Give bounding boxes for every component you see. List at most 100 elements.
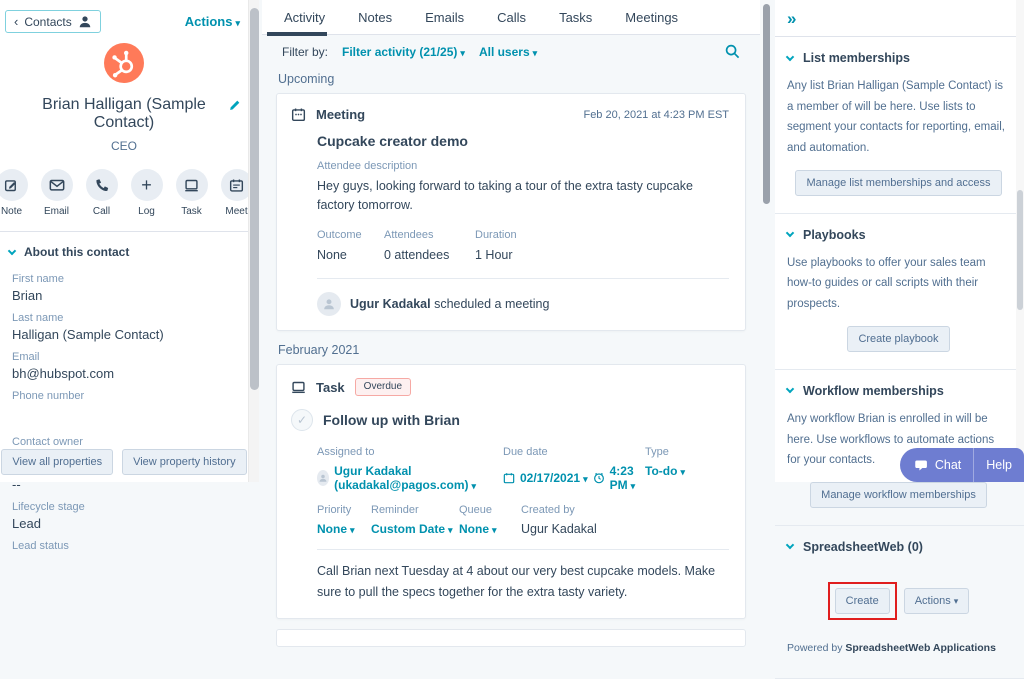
quick-action-email[interactable]: Email — [41, 169, 73, 217]
about-contact-section-toggle[interactable]: About this contact — [0, 232, 248, 259]
tab-activity[interactable]: Activity — [284, 10, 325, 25]
task-queue: Queue None▾ — [459, 504, 511, 536]
caret-down-icon: ▾ — [631, 481, 636, 491]
due-time-dropdown[interactable]: 4:23 PM▾ — [610, 464, 645, 492]
field-phone-number: Phone number — [12, 390, 236, 420]
assigned-to-dropdown[interactable]: Ugur Kadakal (ukadakal@pagos.com)▾ — [334, 464, 503, 492]
section-title: SpreadsheetWeb (0) — [803, 540, 923, 554]
quick-action-label: Call — [86, 206, 118, 217]
manage-list-memberships-button[interactable]: Manage list memberships and access — [795, 170, 1001, 196]
next-card-partial — [276, 629, 746, 647]
about-header-label: About this contact — [24, 245, 129, 259]
field-value: Lead — [12, 516, 236, 531]
annotation-highlight-box: Create — [828, 582, 897, 620]
manage-workflow-memberships-button[interactable]: Manage workflow memberships — [810, 482, 987, 508]
quick-action-log[interactable]: + Log — [131, 169, 163, 217]
list-memberships-section: List memberships Any list Brian Halligan… — [775, 37, 1024, 214]
meeting-attendees: Attendees 0 attendees — [384, 229, 457, 265]
contact-name: Brian Halligan (Sample Contact) — [0, 96, 248, 132]
tab-tasks[interactable]: Tasks — [559, 10, 592, 25]
upcoming-section-label: Upcoming — [262, 66, 760, 93]
quick-action-call[interactable]: Call — [86, 169, 118, 217]
field-first-name: First name Brian — [12, 273, 236, 303]
quick-action-label: Task — [176, 206, 208, 217]
reminder-dropdown[interactable]: Custom Date▾ — [371, 522, 453, 536]
priority-dropdown[interactable]: None▾ — [317, 522, 355, 536]
task-type-dropdown[interactable]: To-do▾ — [645, 464, 685, 478]
search-icon[interactable] — [725, 44, 740, 59]
field-value: -- — [12, 477, 236, 492]
task-complete-checkbox[interactable]: ✓ — [291, 409, 313, 431]
timeline-tabs: Activity Notes Emails Calls Tasks Meetin… — [262, 0, 760, 35]
chat-bubble-icon — [914, 459, 929, 472]
field-value — [12, 555, 236, 557]
all-users-dropdown[interactable]: All users▾ — [479, 45, 537, 59]
task-reminder: Reminder Custom Date▾ — [371, 504, 459, 536]
field-value: bh@hubspot.com — [12, 366, 236, 381]
spreadsheetweb-actions-dropdown[interactable]: Actions▾ — [904, 588, 970, 614]
chevron-down-icon — [786, 52, 794, 60]
calendar-icon — [229, 178, 244, 193]
playbooks-section: Playbooks Use playbooks to offer your sa… — [775, 214, 1024, 370]
view-property-history-button[interactable]: View property history — [122, 449, 247, 475]
timeline-scrollbar-thumb[interactable] — [763, 4, 770, 204]
field-label: Email — [12, 351, 236, 363]
edit-name-pencil-icon[interactable] — [229, 98, 242, 111]
filter-activity-dropdown[interactable]: Filter activity (21/25)▾ — [342, 45, 465, 59]
left-panel-scrollbar[interactable] — [248, 0, 259, 482]
task-card: Task Overdue ✓ Follow up with Brian Assi… — [276, 364, 746, 619]
active-tab-indicator — [267, 32, 327, 36]
tab-notes[interactable]: Notes — [358, 10, 392, 25]
collapse-panel-icon[interactable]: » — [775, 0, 1024, 37]
scrollbar-thumb[interactable] — [250, 8, 259, 390]
chevron-down-icon — [786, 229, 794, 237]
task-priority: Priority None▾ — [317, 504, 371, 536]
tab-calls[interactable]: Calls — [497, 10, 526, 25]
contact-sidebar: ‹ Contacts Actions▾ Brian Halligan (Samp… — [0, 0, 248, 482]
field-label: Lead status — [12, 540, 236, 552]
meeting-title[interactable]: Cupcake creator demo — [317, 133, 729, 149]
powered-by-text: Powered by SpreadsheetWeb Applications — [787, 642, 1010, 654]
contact-avatar — [0, 43, 248, 88]
attendee-description-text: Hey guys, looking forward to taking a to… — [317, 177, 729, 216]
caret-down-icon: ▾ — [235, 18, 240, 28]
chat-button[interactable]: Chat — [900, 448, 974, 482]
due-date-dropdown[interactable]: 02/17/2021▾ — [520, 471, 588, 485]
spreadsheetweb-section: SpreadsheetWeb (0) Create Actions▾ Power… — [775, 526, 1024, 679]
event-type-label: Meeting — [316, 107, 365, 122]
help-button[interactable]: Help — [974, 458, 1024, 472]
contact-actions-dropdown[interactable]: Actions▾ — [185, 14, 240, 29]
support-widget: Chat Help — [900, 448, 1024, 482]
quick-action-label: Log — [131, 206, 163, 217]
task-title[interactable]: Follow up with Brian — [323, 412, 460, 428]
tab-emails[interactable]: Emails — [425, 10, 464, 25]
queue-dropdown[interactable]: None▾ — [459, 522, 497, 536]
playbooks-toggle[interactable]: Playbooks — [787, 228, 1010, 242]
tab-meetings[interactable]: Meetings — [625, 10, 678, 25]
section-description: Use playbooks to offer your sales team h… — [787, 253, 1010, 315]
user-avatar — [317, 292, 341, 316]
view-all-properties-button[interactable]: View all properties — [1, 449, 113, 475]
spreadsheetweb-create-button[interactable]: Create — [835, 588, 890, 614]
workflow-memberships-toggle[interactable]: Workflow memberships — [787, 384, 1010, 398]
quick-action-note[interactable]: Note — [0, 169, 28, 217]
task-body-text: Call Brian next Tuesday at 4 about our v… — [317, 561, 729, 604]
event-type-label: Task — [316, 380, 345, 395]
check-icon: ✓ — [297, 413, 307, 427]
field-last-name: Last name Halligan (Sample Contact) — [12, 312, 236, 342]
task-type-field: Type To-do▾ — [645, 446, 685, 492]
quick-action-task[interactable]: Task — [176, 169, 208, 217]
spreadsheetweb-toggle[interactable]: SpreadsheetWeb (0) — [787, 540, 1010, 554]
right-panel-scrollbar[interactable] — [1016, 0, 1024, 482]
activity-summary: Ugur Kadakal scheduled a meeting — [350, 297, 549, 311]
plus-icon: + — [141, 175, 152, 196]
calendar-icon — [503, 472, 515, 484]
back-to-contacts-button[interactable]: ‹ Contacts — [5, 10, 101, 33]
list-memberships-toggle[interactable]: List memberships — [787, 51, 1010, 65]
actions-label: Actions — [185, 14, 233, 29]
meeting-card: Meeting Feb 20, 2021 at 4:23 PM EST Cupc… — [276, 93, 746, 331]
scrollbar-thumb[interactable] — [1017, 190, 1023, 310]
create-playbook-button[interactable]: Create playbook — [847, 326, 949, 352]
quick-actions-row: Note Email Call + Log Task Meet — [0, 169, 248, 217]
section-title: List memberships — [803, 51, 910, 65]
